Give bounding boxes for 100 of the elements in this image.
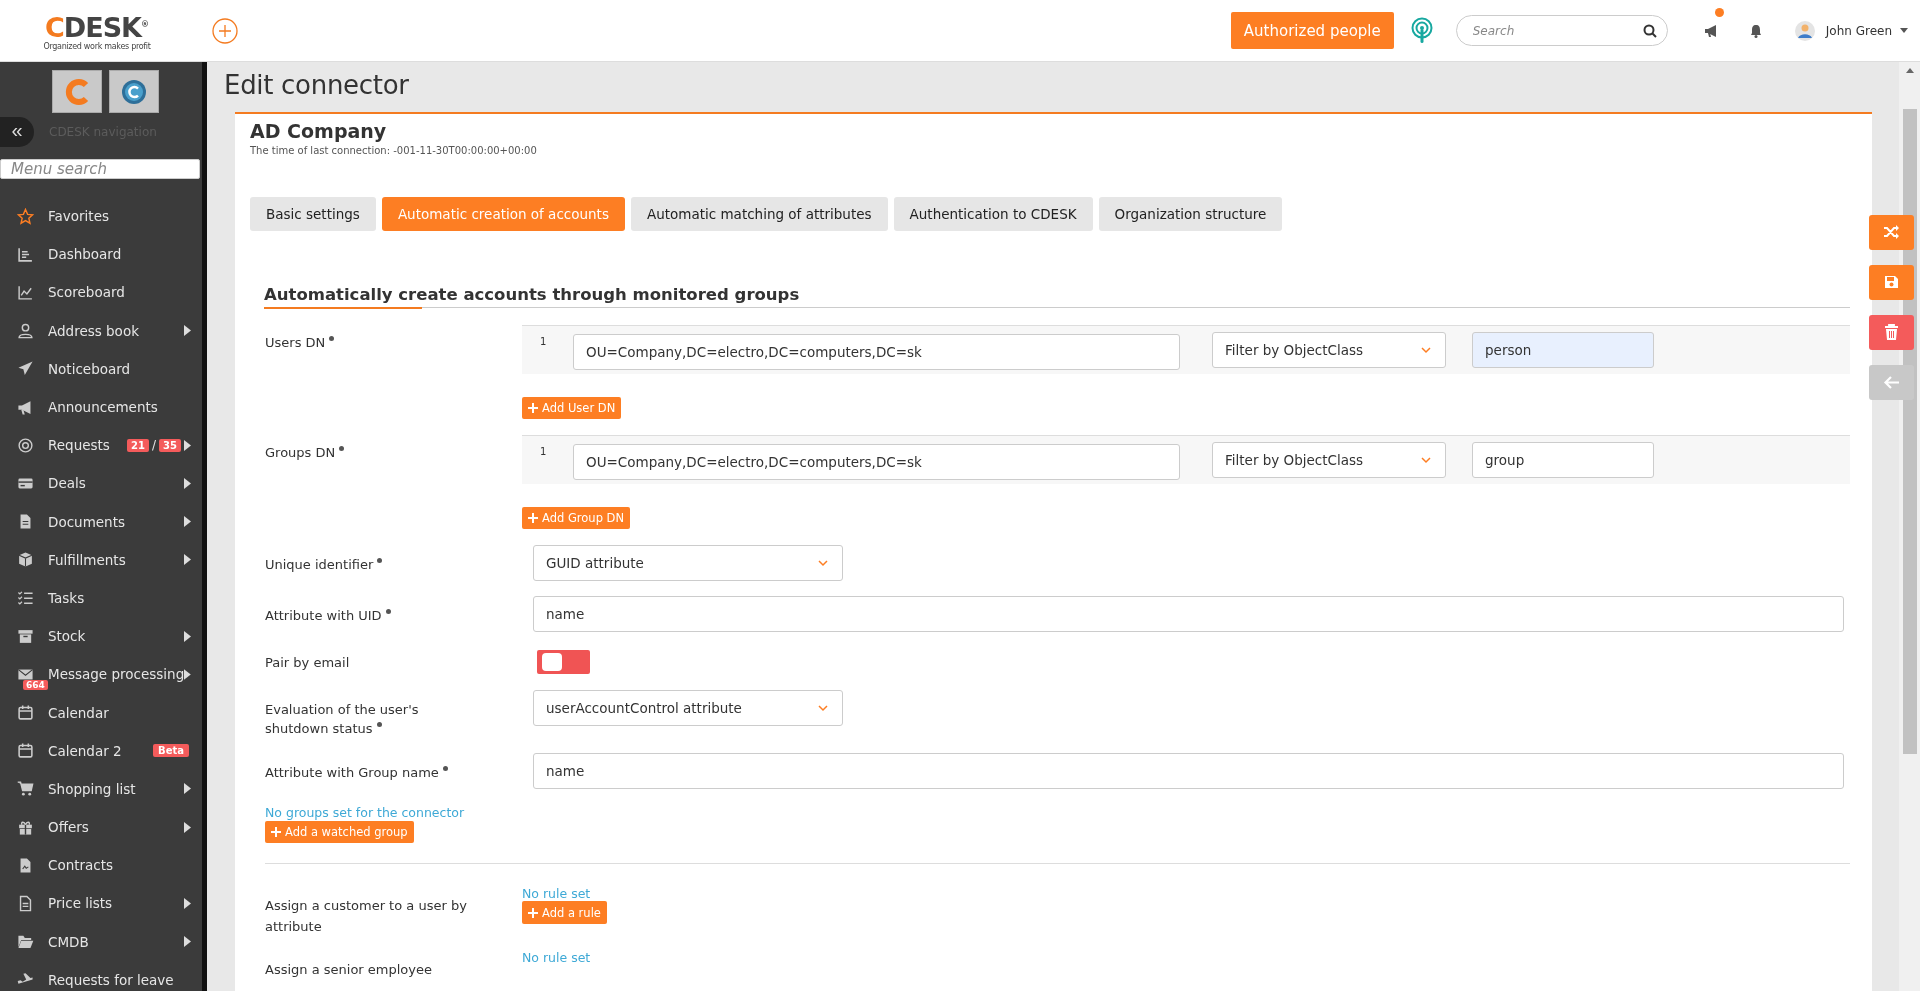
sidebar-item[interactable]: Dashboard xyxy=(0,235,202,274)
select-field[interactable]: userAccountControl attribute xyxy=(533,690,843,726)
shuffle-button[interactable] xyxy=(1869,215,1914,250)
expand-arrow-icon xyxy=(184,783,191,795)
tab[interactable]: Organization structure xyxy=(1098,197,1283,231)
folder-icon xyxy=(17,933,34,951)
trash-icon xyxy=(1883,324,1900,341)
plus-icon xyxy=(271,827,281,837)
tab[interactable]: Authentication to CDESK xyxy=(893,197,1093,231)
calendar-icon xyxy=(17,742,34,760)
app-tile[interactable] xyxy=(51,70,102,113)
text-field[interactable]: OU=Company,DC=electro,DC=computers,DC=sk xyxy=(573,334,1180,370)
app-tile[interactable] xyxy=(108,70,159,113)
save-button[interactable] xyxy=(1869,265,1914,300)
text-field[interactable]: OU=Company,DC=electro,DC=computers,DC=sk xyxy=(573,444,1180,480)
expand-arrow-icon xyxy=(184,668,191,680)
sidebar-item[interactable]: Announcements xyxy=(0,387,202,427)
sidebar-item[interactable]: CMDB xyxy=(0,922,202,961)
delete-button[interactable] xyxy=(1869,315,1914,350)
field-label: Attribute with Group name xyxy=(265,765,439,780)
row-number: 1 xyxy=(540,446,548,457)
menu-search-field[interactable]: Menu search xyxy=(0,159,200,179)
box-icon xyxy=(17,551,34,569)
select-value: userAccountControl attribute xyxy=(546,700,742,716)
section-title: Automatically create accounts through monitored groups xyxy=(264,285,800,304)
expand-arrow-icon xyxy=(184,821,191,833)
count-badge: 35 xyxy=(159,438,181,452)
plus-icon xyxy=(528,403,538,413)
expand-arrow-icon xyxy=(184,477,191,489)
connector-name: AD Company xyxy=(250,120,388,142)
sidebar-item[interactable]: Favorites xyxy=(0,197,202,236)
field-label: Users DN xyxy=(265,335,326,350)
sidebar-item[interactable]: Documents xyxy=(0,502,202,541)
tagline: Organized work makes profit xyxy=(43,41,151,51)
select-field[interactable]: GUID attribute xyxy=(533,545,843,581)
sidebar-item[interactable]: Requests for leave xyxy=(0,960,202,991)
circle-logo-icon xyxy=(120,78,147,105)
avatar-icon[interactable] xyxy=(1793,19,1816,42)
field-label: Evaluation of the user's shutdown status xyxy=(265,702,419,736)
sidebar-item[interactable]: Deals xyxy=(0,464,202,503)
badge-separator: / xyxy=(152,438,157,453)
field-label: Pair by email xyxy=(265,654,350,670)
field-label: Assign a customer to a user by attribute xyxy=(265,898,467,934)
field-label: Groups DN xyxy=(265,445,336,460)
back-arrow-icon xyxy=(1883,374,1900,391)
plus-icon xyxy=(528,513,538,523)
sidebar-item[interactable]: Scoreboard xyxy=(0,273,202,312)
tab[interactable]: Basic settings xyxy=(250,197,376,231)
expand-arrow-icon xyxy=(184,897,191,909)
sidebar-item[interactable]: Noticeboard xyxy=(0,349,202,388)
select-value: Filter by ObjectClass xyxy=(1225,342,1364,358)
page-title: Edit connector xyxy=(224,70,410,100)
sidebar-item[interactable]: Tasks xyxy=(0,578,202,618)
broadcast-icon[interactable] xyxy=(1409,16,1434,45)
sidebar-item[interactable]: Shopping list xyxy=(0,769,202,808)
caret-icon[interactable] xyxy=(1900,28,1908,33)
sidebar-item[interactable]: Calendar xyxy=(0,693,202,732)
select-field[interactable]: Filter by ObjectClass xyxy=(1212,442,1446,478)
count-badge: 21 xyxy=(127,438,150,452)
checklist-icon xyxy=(17,589,34,607)
sidebar-item[interactable]: Price lists xyxy=(0,884,202,923)
select-field[interactable]: Filter by ObjectClass xyxy=(1212,332,1446,368)
sidebar-item[interactable]: Fulfillments xyxy=(0,540,202,579)
sidebar-item[interactable]: Address book xyxy=(0,311,202,350)
sidebar-item[interactable]: Requests 21 / 35 xyxy=(0,426,202,465)
field-label: Assign a senior employee xyxy=(265,962,432,977)
beta-tag: Beta xyxy=(153,744,189,758)
tab[interactable]: Automatic matching of attributes xyxy=(630,197,888,231)
document-icon xyxy=(17,894,34,912)
collapse-button[interactable]: « xyxy=(0,117,34,147)
text-field[interactable]: name xyxy=(533,596,1844,632)
text-field[interactable]: group xyxy=(1472,442,1654,478)
cart-icon xyxy=(17,780,34,798)
toggle-switch[interactable] xyxy=(537,650,590,674)
expand-arrow-icon xyxy=(184,630,191,642)
add-icon[interactable] xyxy=(212,17,238,44)
person-icon xyxy=(17,322,34,340)
search-field[interactable]: Search xyxy=(1455,15,1668,46)
scroll-up-icon[interactable] xyxy=(1905,68,1914,73)
user-name[interactable]: John Green xyxy=(1825,23,1892,38)
text-field[interactable]: person xyxy=(1472,332,1654,368)
row-number: 1 xyxy=(540,336,548,347)
count-badge: 664 xyxy=(23,680,48,691)
sidebar-item[interactable]: Message processing 664 xyxy=(0,655,202,694)
bell-icon[interactable] xyxy=(1749,23,1762,38)
sidebar-item[interactable]: Calendar 2 Beta xyxy=(0,731,202,770)
last-connection-text: The time of last connection: -001-11-30T00:00:00+00:00 xyxy=(250,145,538,156)
field-label: Unique identifier xyxy=(265,557,374,572)
search-icon[interactable] xyxy=(1642,24,1657,38)
sidebar-item[interactable]: Offers xyxy=(0,808,202,847)
sidebar-item[interactable]: Stock xyxy=(0,617,202,656)
expand-arrow-icon xyxy=(184,325,191,337)
logo-text: CDESK$^{®}$ xyxy=(44,10,150,42)
sidebar-item[interactable]: Contracts xyxy=(0,846,202,885)
calendar-icon xyxy=(17,704,34,722)
text-field[interactable]: name xyxy=(533,753,1844,789)
target-icon xyxy=(17,436,34,454)
shuffle-icon xyxy=(1883,224,1900,241)
select-value: Filter by ObjectClass xyxy=(1225,452,1364,468)
bar-chart-icon xyxy=(17,245,34,263)
